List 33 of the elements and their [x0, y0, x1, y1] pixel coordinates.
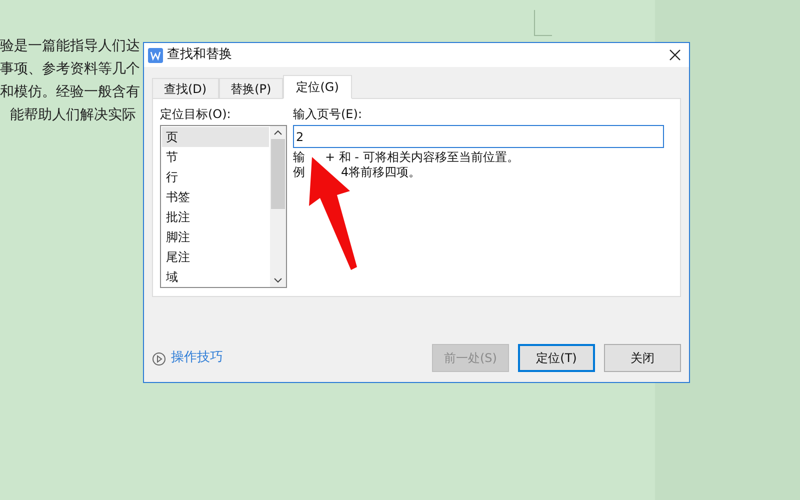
- list-item[interactable]: 域: [162, 267, 269, 287]
- list-item[interactable]: 脚注: [162, 227, 269, 247]
- tips-link[interactable]: 操作技巧: [171, 348, 223, 367]
- scrollbar[interactable]: [270, 126, 286, 287]
- tab[interactable]: 定位(G): [283, 75, 352, 99]
- play-circle-icon[interactable]: [152, 352, 166, 366]
- scroll-down-icon[interactable]: [274, 278, 282, 283]
- document-text: 和模仿。经验一般含有: [0, 83, 140, 102]
- list-item[interactable]: 尾注: [162, 247, 269, 267]
- scroll-up-icon[interactable]: [274, 130, 282, 135]
- list-item[interactable]: 批注: [162, 207, 269, 227]
- page-number-field[interactable]: 2: [293, 125, 664, 148]
- document-text: 能帮助人们解决实际: [9, 106, 137, 125]
- app-logo-icon: [148, 48, 163, 62]
- list-item[interactable]: 书签: [162, 187, 269, 207]
- list-item[interactable]: 行: [162, 167, 269, 187]
- list-item[interactable]: 节: [162, 147, 269, 167]
- page-corner-mark: [534, 10, 552, 36]
- window-title: 查找和替换: [167, 46, 232, 64]
- document-text: 事项、参考资料等几个: [0, 60, 140, 79]
- dialog-button[interactable]: 关闭: [604, 344, 681, 372]
- hint-text: 4将前移四项。: [341, 165, 421, 180]
- hint-text: + 和 - 可将相关内容移至当前位置。: [325, 150, 519, 165]
- dialog-button[interactable]: 定位(T): [518, 344, 595, 372]
- field-label: 定位目标(O):: [160, 106, 232, 123]
- hint-text: 输: [293, 150, 305, 165]
- field-label: 输入页号(E):: [293, 106, 363, 123]
- tab[interactable]: 查找(D): [152, 78, 219, 99]
- tab[interactable]: 替换(P): [218, 78, 284, 99]
- list-item[interactable]: 页: [162, 127, 269, 147]
- document-text: 验是一篇能指导人们达: [0, 37, 140, 56]
- hint-text: 例: [293, 165, 305, 180]
- close-icon[interactable]: [669, 49, 681, 61]
